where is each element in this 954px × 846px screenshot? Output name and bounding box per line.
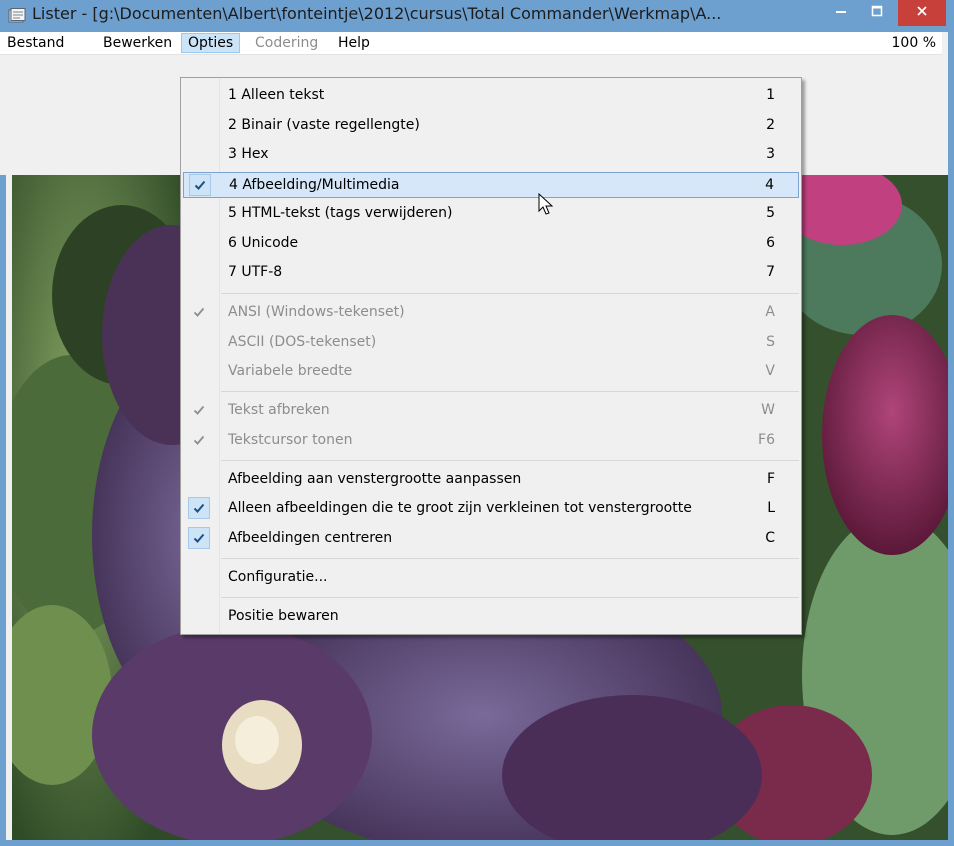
menu-item-shortcut: 4 [765,177,774,193]
menu-item-label: 4 Afbeelding/Multimedia [229,177,400,193]
menu-item-shortcut: 1 [766,87,775,103]
menu-item-alleen-te-groot-verkleinen[interactable]: Alleen afbeeldingen die te groot zijn ve… [183,496,799,522]
menu-item-label: 2 Binair (vaste regellengte) [228,117,420,133]
menu-item-label: Tekstcursor tonen [228,432,353,448]
menu-item-aan-venstergrootte-aanpassen[interactable]: Afbeelding aan venstergrootte aanpassen … [183,467,799,493]
checkmark-icon [188,301,210,323]
maximize-icon [871,5,883,21]
menu-bar: Bestand Bewerken Opties Codering Help 10… [0,32,942,55]
title-bar[interactable]: Lister - [g:\Documenten\Albert\fonteintj… [0,0,954,32]
menu-item-variabele-breedte: Variabele breedte V [183,359,799,385]
menu-item-label: Afbeeldingen centreren [228,530,393,546]
menu-item-label: Configuratie... [228,569,328,585]
menu-item-shortcut: 3 [766,146,775,162]
menu-item-label: Alleen afbeeldingen die te groot zijn ve… [228,500,692,516]
menu-item-shortcut: S [766,334,775,350]
menu-bewerken[interactable]: Bewerken [97,33,178,53]
menu-item-label: Variabele breedte [228,363,353,379]
checkmark-icon [188,527,210,549]
opties-dropdown-menu: 1 Alleen tekst 1 2 Binair (vaste regelle… [180,77,802,635]
menu-separator [221,460,799,461]
menu-item-binair[interactable]: 2 Binair (vaste regellengte) 2 [183,113,799,139]
menu-item-shortcut: C [765,530,775,546]
checkmark-icon [188,429,210,451]
menu-separator [221,558,799,559]
menu-item-label: 5 HTML-tekst (tags verwijderen) [228,205,453,221]
menu-item-shortcut: 7 [766,264,775,280]
menu-item-shortcut: A [765,304,775,320]
close-button[interactable] [898,0,946,26]
menu-item-label: 7 UTF-8 [228,264,283,280]
menu-separator [221,391,799,392]
menu-item-ascii: ASCII (DOS-tekenset) S [183,330,799,356]
lister-app-icon[interactable] [8,8,26,24]
menu-item-afbeeldingen-centreren[interactable]: Afbeeldingen centreren C [183,526,799,552]
menu-item-label: 6 Unicode [228,235,299,251]
menu-item-label: ANSI (Windows-tekenset) [228,304,405,320]
menu-item-shortcut: L [767,500,775,516]
menu-item-label: Tekst afbreken [228,402,330,418]
menu-opties[interactable]: Opties [181,33,241,53]
menu-item-ansi: ANSI (Windows-tekenset) A [183,300,799,326]
window-title: Lister - [g:\Documenten\Albert\fonteintj… [32,4,722,23]
menu-item-configuratie[interactable]: Configuratie... [183,565,799,591]
menu-item-utf8[interactable]: 7 UTF-8 7 [183,260,799,286]
menu-item-shortcut: F [766,471,775,487]
menu-item-hex[interactable]: 3 Hex 3 [183,142,799,168]
menu-item-positie-bewaren[interactable]: Positie bewaren [183,604,799,630]
checkmark-icon [188,497,210,519]
menu-item-shortcut: 2 [766,117,775,133]
menu-item-tekst-afbreken: Tekst afbreken W [183,398,799,424]
menu-help[interactable]: Help [332,33,376,53]
menu-item-html-tekst[interactable]: 5 HTML-tekst (tags verwijderen) 5 [183,201,799,227]
zoom-level: 100 % [891,35,936,51]
menu-item-alleen-tekst[interactable]: 1 Alleen tekst 1 [183,83,799,109]
menu-item-afbeelding-multimedia[interactable]: 4 Afbeelding/Multimedia 4 [183,172,799,198]
maximize-button[interactable] [862,0,892,26]
menu-bestand[interactable]: Bestand [1,33,70,53]
menu-item-shortcut: V [765,363,775,379]
close-icon [916,5,928,21]
menu-codering: Codering [255,35,319,51]
menu-item-shortcut: 5 [766,205,775,221]
menu-item-shortcut: W [761,402,775,418]
menu-item-label: ASCII (DOS-tekenset) [228,334,377,350]
menu-item-label: Positie bewaren [228,608,339,624]
menu-separator [221,597,799,598]
menu-item-label: 3 Hex [228,146,269,162]
menu-item-shortcut: F6 [758,432,775,448]
menu-item-shortcut: 6 [766,235,775,251]
menu-item-label: 1 Alleen tekst [228,87,325,103]
checkmark-icon [188,399,210,421]
minimize-button[interactable] [826,0,856,26]
checkmark-icon [189,174,211,196]
menu-separator [221,293,799,294]
menu-item-tekstcursor-tonen: Tekstcursor tonen F6 [183,428,799,454]
minimize-icon [835,5,847,21]
menu-item-unicode[interactable]: 6 Unicode 6 [183,231,799,257]
mouse-pointer-icon [538,192,554,221]
menu-item-label: Afbeelding aan venstergrootte aanpassen [228,471,522,487]
